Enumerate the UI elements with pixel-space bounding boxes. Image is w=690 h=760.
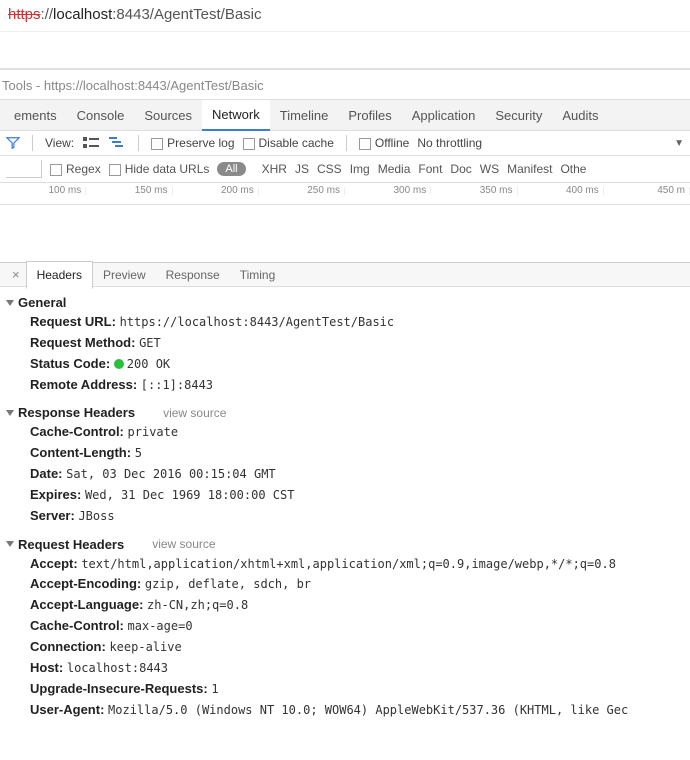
regex-checkbox[interactable]: Regex — [50, 162, 101, 176]
general-request-method: Request Method: GET — [6, 333, 690, 354]
section-general[interactable]: General — [6, 291, 690, 312]
request-header-row: Accept-Encoding: gzip, deflate, sdch, br — [6, 574, 690, 595]
timeline-overview[interactable] — [0, 205, 690, 263]
filter-type-doc[interactable]: Doc — [450, 162, 471, 176]
network-filter-row: Regex Hide data URLs All XHR JS CSS Img Medi… — [0, 156, 690, 183]
tab-console[interactable]: Console — [67, 101, 135, 130]
filter-type-img[interactable]: Img — [350, 162, 370, 176]
section-request-headers[interactable]: Request Headers view source — [6, 533, 690, 554]
request-header-row: Upgrade-Insecure-Requests: 1 — [6, 679, 690, 700]
view-source-link[interactable]: view source — [152, 537, 215, 551]
filter-type-manifest[interactable]: Manifest — [507, 162, 552, 176]
filter-type-ws[interactable]: WS — [480, 162, 499, 176]
tab-timeline[interactable]: Timeline — [270, 101, 339, 130]
network-toolbar: View: Preserve log Disable cache Offline… — [0, 131, 690, 156]
section-title-response-headers: Response Headers — [18, 405, 135, 420]
filter-type-font[interactable]: Font — [418, 162, 442, 176]
general-status-code: Status Code: 200 OK — [6, 354, 690, 375]
request-header-row: Host: localhost:8443 — [6, 658, 690, 679]
timeline-tick: 150 ms — [86, 187, 172, 195]
waterfall-icon[interactable] — [108, 135, 126, 151]
section-title-general: General — [18, 295, 66, 310]
hide-data-urls-label: Hide data URLs — [125, 162, 210, 176]
filter-text-input[interactable] — [6, 160, 42, 178]
view-source-link[interactable]: view source — [163, 406, 226, 420]
request-tab-headers[interactable]: Headers — [26, 261, 93, 289]
response-header-row: Date: Sat, 03 Dec 2016 00:15:04 GMT — [6, 464, 690, 485]
request-header-row: Accept: text/html,application/xhtml+xml,… — [6, 554, 690, 575]
offline-label: Offline — [375, 136, 409, 150]
toolbar-separator — [138, 135, 139, 151]
request-header-row: User-Agent: Mozilla/5.0 (Windows NT 10.0… — [6, 700, 690, 721]
offline-checkbox[interactable]: Offline — [359, 136, 409, 150]
timeline-tick: 100 ms — [0, 187, 86, 195]
disclosure-triangle-icon — [6, 541, 14, 547]
throttling-select[interactable]: No throttling — [417, 136, 482, 150]
timeline-tick: 250 ms — [259, 187, 345, 195]
devtools-window-title: Tools - https://localhost:8443/AgentTest… — [0, 70, 690, 100]
throttling-dropdown-icon[interactable]: ▼ — [674, 138, 684, 149]
filter-type-othe[interactable]: Othe — [560, 162, 586, 176]
timeline-tick: 400 ms — [518, 187, 604, 195]
filter-type-js[interactable]: JS — [295, 162, 309, 176]
hide-data-urls-checkbox[interactable]: Hide data URLs — [109, 162, 210, 176]
address-bar[interactable]: https://localhost:8443/AgentTest/Basic — [0, 0, 690, 32]
general-remote-address: Remote Address: [::1]:8443 — [6, 375, 690, 396]
timeline-tick: 350 ms — [431, 187, 517, 195]
tab-profiles[interactable]: Profiles — [338, 101, 401, 130]
regex-label: Regex — [66, 162, 101, 176]
preserve-log-checkbox[interactable]: Preserve log — [151, 136, 234, 150]
request-tab-response[interactable]: Response — [156, 262, 230, 288]
response-header-row: Content-Length: 5 — [6, 443, 690, 464]
tab-application[interactable]: Application — [402, 101, 486, 130]
url-path: :8443/AgentTest/Basic — [112, 6, 261, 23]
large-rows-icon[interactable] — [82, 135, 100, 151]
headers-panel: General Request URL: https://localhost:8… — [0, 287, 690, 730]
request-detail-tabs: × HeadersPreviewResponseTiming — [0, 263, 690, 287]
tab-audits[interactable]: Audits — [552, 101, 608, 130]
response-header-row: Cache-Control: private — [6, 422, 690, 443]
tab-network[interactable]: Network — [202, 100, 270, 131]
filter-type-media[interactable]: Media — [378, 162, 411, 176]
close-icon[interactable]: × — [6, 263, 26, 286]
filter-type-xhr[interactable]: XHR — [262, 162, 287, 176]
filter-type-all[interactable]: All — [217, 162, 245, 176]
filter-type-css[interactable]: CSS — [317, 162, 342, 176]
preserve-log-label: Preserve log — [167, 136, 234, 150]
tab-security[interactable]: Security — [485, 101, 552, 130]
view-label: View: — [45, 136, 74, 150]
status-ok-icon — [114, 359, 124, 369]
general-request-url: Request URL: https://localhost:8443/Agen… — [6, 312, 690, 333]
response-header-row: Server: JBoss — [6, 506, 690, 527]
tab-sources[interactable]: Sources — [134, 101, 202, 130]
timeline-tick: 450 m — [604, 187, 690, 195]
request-header-row: Accept-Language: zh-CN,zh;q=0.8 — [6, 595, 690, 616]
filter-icon[interactable] — [6, 136, 20, 150]
url-protocol-insecure: https — [8, 6, 41, 23]
response-header-row: Expires: Wed, 31 Dec 1969 18:00:00 CST — [6, 485, 690, 506]
timeline-tick: 200 ms — [173, 187, 259, 195]
section-title-request-headers: Request Headers — [18, 537, 124, 552]
timeline-ruler: 100 ms150 ms200 ms250 ms300 ms350 ms400 … — [0, 183, 690, 205]
tab-ements[interactable]: ements — [4, 101, 67, 130]
request-header-row: Connection: keep-alive — [6, 637, 690, 658]
request-header-row: Cache-Control: max-age=0 — [6, 616, 690, 637]
disclosure-triangle-icon — [6, 410, 14, 416]
browser-chrome-spacer — [0, 32, 690, 70]
request-tab-timing[interactable]: Timing — [230, 262, 286, 288]
url-sep: :// — [41, 6, 54, 23]
disable-cache-label: Disable cache — [259, 136, 334, 150]
disclosure-triangle-icon — [6, 300, 14, 306]
devtools-panel-tabs: ementsConsoleSourcesNetworkTimelineProfi… — [0, 100, 690, 131]
disable-cache-checkbox[interactable]: Disable cache — [243, 136, 334, 150]
toolbar-separator — [32, 135, 33, 151]
url-host: localhost — [53, 6, 112, 23]
timeline-tick: 300 ms — [345, 187, 431, 195]
section-response-headers[interactable]: Response Headers view source — [6, 401, 690, 422]
request-tab-preview[interactable]: Preview — [93, 262, 156, 288]
toolbar-separator — [346, 135, 347, 151]
